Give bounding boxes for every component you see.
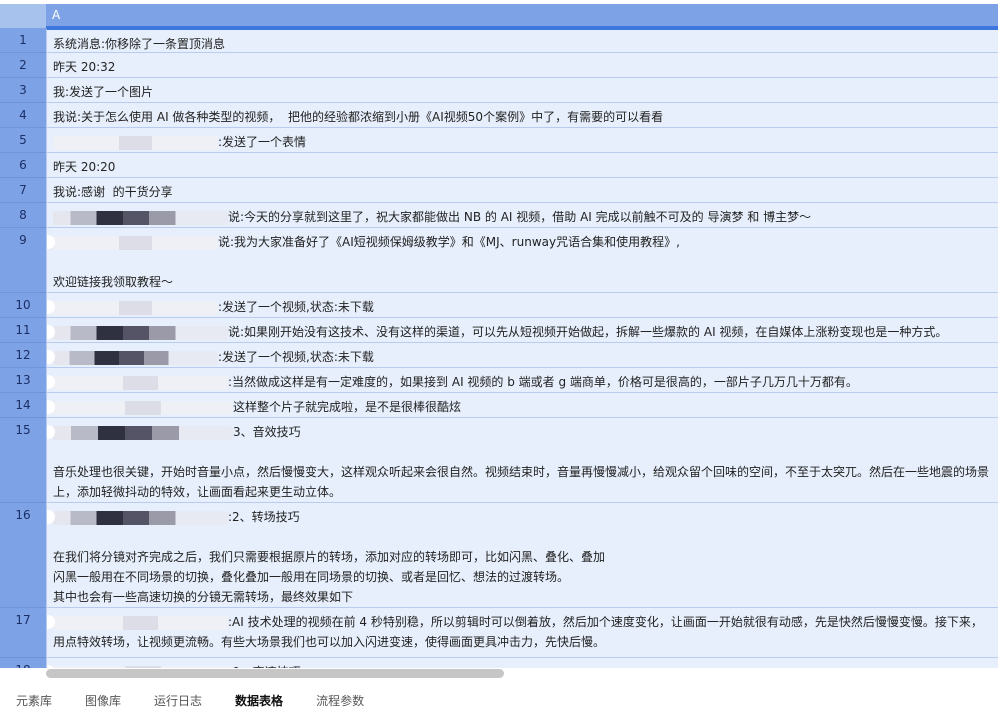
row-number[interactable]: 16	[0, 503, 46, 608]
cell-a[interactable]: :AI 技术处理的视频在前 4 秒特别稳，所以剪辑时可以倒着放，然后加个速度变化…	[46, 608, 998, 658]
row-number[interactable]: 17	[0, 608, 46, 658]
redacted-name	[53, 400, 233, 415]
redacted-name	[53, 135, 218, 150]
tab-flow-params[interactable]: 流程参数	[316, 692, 364, 709]
cell-a[interactable]: 说:如果刚开始没有这技术、没有这样的渠道，可以先从短视频开始做起，拆解一些爆款的…	[46, 318, 998, 343]
table-row[interactable]: 1 系统消息:你移除了一条置顶消息	[0, 28, 998, 53]
row-number[interactable]: 6	[0, 153, 46, 178]
table-row[interactable]: 11 说:如果刚开始没有这技术、没有这样的渠道，可以先从短视频开始做起，拆解一些爆…	[0, 318, 998, 343]
table-row[interactable]: 10 :发送了一个视频,状态:未下载	[0, 293, 998, 318]
redacted-name	[53, 665, 233, 668]
horizontal-scrollbar[interactable]	[46, 669, 504, 678]
table-row[interactable]: 6 昨天 20:20	[0, 153, 998, 178]
cell-text: 昨天 20:20	[53, 160, 116, 174]
row-number[interactable]: 14	[0, 393, 46, 418]
table-row[interactable]: 5 :发送了一个表情	[0, 128, 998, 153]
cell-a[interactable]: :发送了一个视频,状态:未下载	[46, 293, 998, 318]
data-sheet: A 1 系统消息:你移除了一条置顶消息 2 昨天 20:32 3 我:发送了一个图片 4 我说…	[0, 0, 998, 668]
cell-a[interactable]: 3、音效技巧 音乐处理也很关键，开始时音量小点，然后慢慢变大，这样观众听起来会很…	[46, 418, 998, 503]
cell-text: :发送了一个视频,状态:未下载	[218, 350, 374, 364]
cell-text: 这样整个片子就完成啦，是不是很棒很酷炫	[233, 400, 462, 414]
table-row[interactable]: 7 我说:感谢 的干货分享	[0, 178, 998, 203]
tab-run-log[interactable]: 运行日志	[154, 692, 202, 709]
tab-data-table[interactable]: 数据表格	[235, 692, 283, 709]
table-row[interactable]: 17:AI 技术处理的视频在前 4 秒特别稳，所以剪辑时可以倒着放，然后加个速度…	[0, 608, 998, 658]
redacted-name	[53, 300, 218, 315]
cell-a[interactable]: :发送了一个表情	[46, 128, 998, 153]
column-header-a[interactable]: A	[46, 4, 998, 28]
table-row[interactable]: 2 昨天 20:32	[0, 53, 998, 78]
table-row[interactable]: 4 我说:关于怎么使用 AI 做各种类型的视频， 把他的经验都浓缩到小册《AI视频…	[0, 103, 998, 128]
table-row[interactable]: 14 这样整个片子就完成啦，是不是很棒很酷炫	[0, 393, 998, 418]
row-number[interactable]: 4	[0, 103, 46, 128]
cell-a[interactable]: :当然做成这样是有一定难度的，如果接到 AI 视频的 b 端或者 g 端商单，价…	[46, 368, 998, 393]
table-row[interactable]: 13 :当然做成这样是有一定难度的，如果接到 AI 视频的 b 端或者 g 端商单…	[0, 368, 998, 393]
cell-text: 我说:感谢 的干货分享	[53, 185, 173, 199]
row-number[interactable]: 8	[0, 203, 46, 228]
table-row[interactable]: 18 1、变速技巧	[0, 658, 998, 668]
row-number[interactable]: 12	[0, 343, 46, 368]
table-row[interactable]: 16:2、转场技巧 在我们将分镜对齐完成之后，我们只需要根据原片的转场，添加对应…	[0, 503, 998, 608]
row-number[interactable]: 7	[0, 178, 46, 203]
redacted-name	[53, 235, 218, 250]
table-row[interactable]: 15 3、音效技巧 音乐处理也很关键，开始时音量小点，然后慢慢变大，这样观众听起来…	[0, 418, 998, 503]
cell-text: 我:发送了一个图片	[53, 85, 154, 99]
cell-text: :发送了一个表情	[218, 135, 307, 149]
cell-a[interactable]: 我说:关于怎么使用 AI 做各种类型的视频， 把他的经验都浓缩到小册《AI视频5…	[46, 103, 998, 128]
row-number[interactable]: 9	[0, 228, 46, 293]
table-row[interactable]: 12 :发送了一个视频,状态:未下载	[0, 343, 998, 368]
cell-text: :当然做成这样是有一定难度的，如果接到 AI 视频的 b 端或者 g 端商单，价…	[228, 375, 858, 389]
redacted-name	[53, 510, 228, 525]
cell-a[interactable]: :发送了一个视频,状态:未下载	[46, 343, 998, 368]
select-all-corner[interactable]	[0, 4, 46, 28]
cell-text: 说:今天的分享就到这里了，祝大家都能做出 NB 的 AI 视频，借助 AI 完成…	[228, 210, 812, 224]
cell-a[interactable]: :2、转场技巧 在我们将分镜对齐完成之后，我们只需要根据原片的转场，添加对应的转…	[46, 503, 998, 608]
redacted-name	[53, 210, 228, 225]
table-row[interactable]: 8 说:今天的分享就到这里了，祝大家都能做出 NB 的 AI 视频，借助 AI 完…	[0, 203, 998, 228]
cell-text: 我说:关于怎么使用 AI 做各种类型的视频， 把他的经验都浓缩到小册《AI视频5…	[53, 110, 664, 124]
redacted-name	[53, 615, 228, 630]
redacted-name	[53, 325, 228, 340]
row-number[interactable]: 5	[0, 128, 46, 153]
cell-a[interactable]: 说:今天的分享就到这里了，祝大家都能做出 NB 的 AI 视频，借助 AI 完成…	[46, 203, 998, 228]
cell-a[interactable]: 系统消息:你移除了一条置顶消息	[46, 28, 998, 53]
table-row[interactable]: 9 说:我为大家准备好了《AI短视频保姆级教学》和《MJ、runway咒语合集和使…	[0, 228, 998, 293]
cell-a[interactable]: 昨天 20:20	[46, 153, 998, 178]
cell-text: 系统消息:你移除了一条置顶消息	[53, 37, 226, 51]
cell-a[interactable]: 1、变速技巧	[46, 658, 998, 668]
cell-a[interactable]: 我:发送了一个图片	[46, 78, 998, 103]
row-number[interactable]: 18	[0, 658, 46, 668]
row-number[interactable]: 15	[0, 418, 46, 503]
tab-element-library[interactable]: 元素库	[16, 692, 52, 709]
row-number[interactable]: 11	[0, 318, 46, 343]
redacted-name	[53, 375, 228, 390]
cell-a[interactable]: 这样整个片子就完成啦，是不是很棒很酷炫	[46, 393, 998, 418]
cell-text: 说:如果刚开始没有这技术、没有这样的渠道，可以先从短视频开始做起，拆解一些爆款的…	[228, 325, 948, 339]
cell-text: 昨天 20:32	[53, 60, 116, 74]
row-number[interactable]: 13	[0, 368, 46, 393]
tab-image-library[interactable]: 图像库	[85, 692, 121, 709]
cell-a[interactable]: 说:我为大家准备好了《AI短视频保姆级教学》和《MJ、runway咒语合集和使用…	[46, 228, 998, 293]
cell-text: 1、变速技巧	[233, 665, 301, 668]
bottom-tab-bar: 元素库 图像库 运行日志 数据表格 流程参数	[0, 680, 998, 721]
header-row: A	[0, 4, 998, 28]
redacted-name	[53, 350, 218, 365]
cell-a[interactable]: 昨天 20:32	[46, 53, 998, 78]
row-number[interactable]: 2	[0, 53, 46, 78]
cell-text: :发送了一个视频,状态:未下载	[218, 300, 374, 314]
row-number[interactable]: 1	[0, 28, 46, 53]
redacted-name	[53, 425, 233, 440]
row-number[interactable]: 3	[0, 78, 46, 103]
table-row[interactable]: 3 我:发送了一个图片	[0, 78, 998, 103]
row-number[interactable]: 10	[0, 293, 46, 318]
cell-a[interactable]: 我说:感谢 的干货分享	[46, 178, 998, 203]
